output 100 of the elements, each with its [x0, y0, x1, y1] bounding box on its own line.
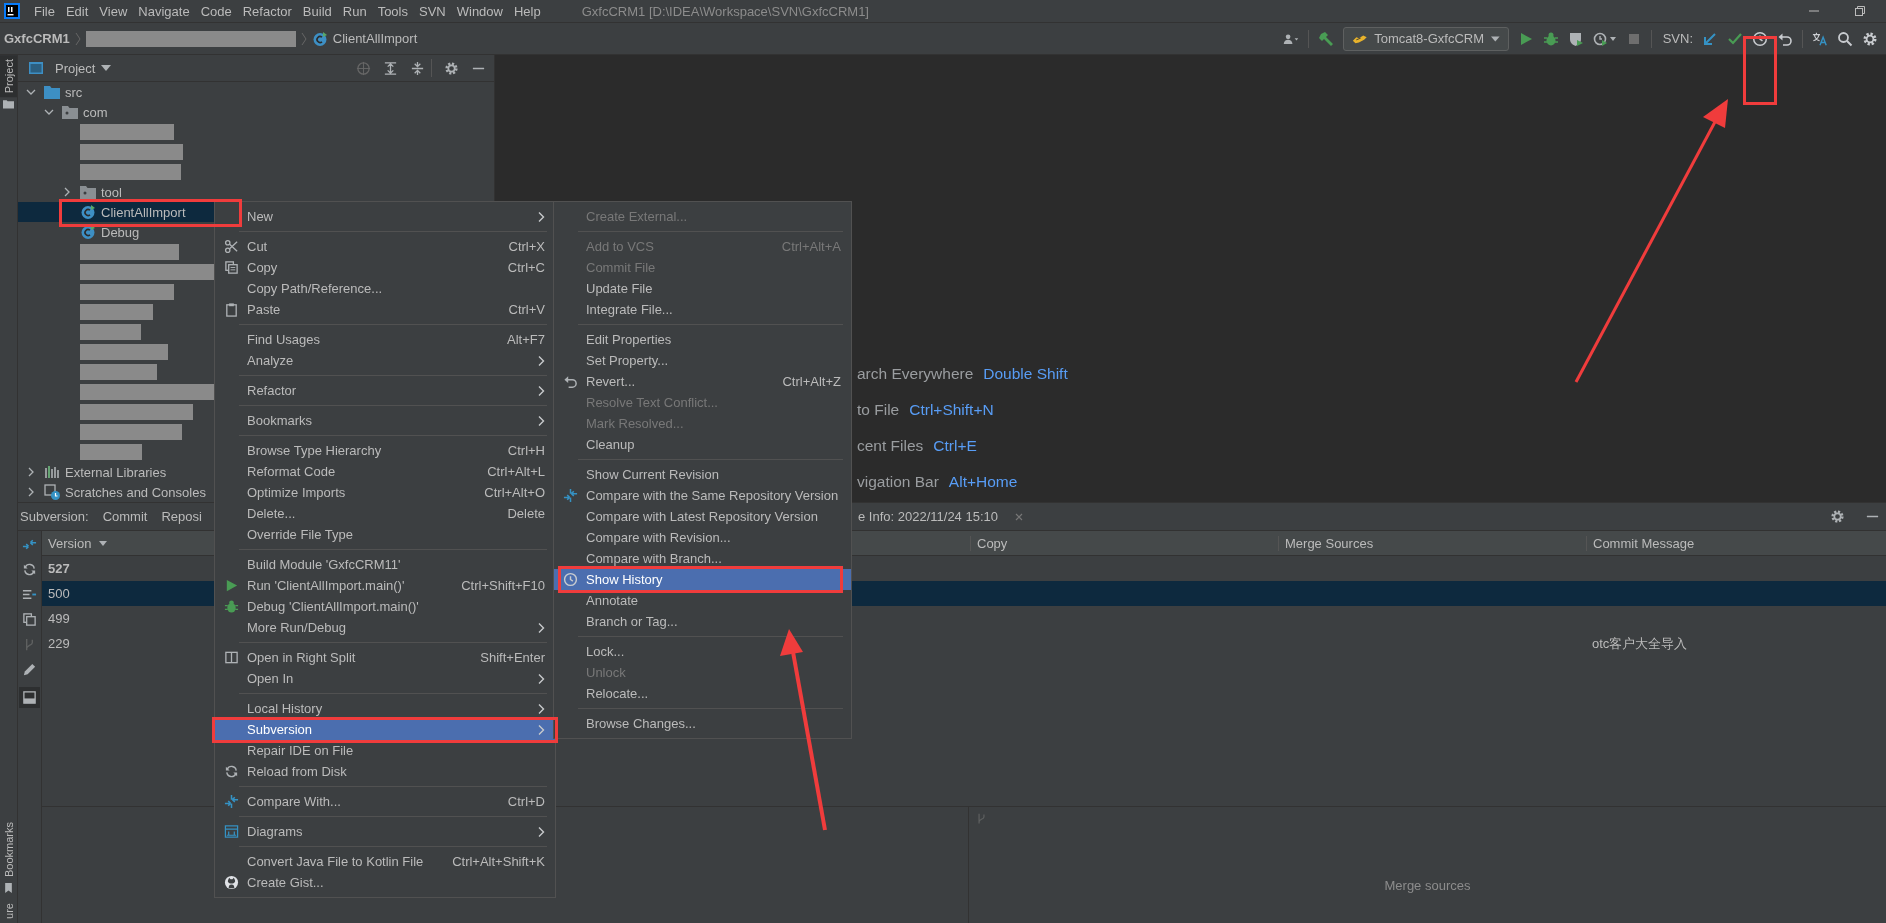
menu-item[interactable]: Copy Path/Reference... [215, 278, 555, 299]
table-cell[interactable]: 527 [48, 561, 70, 576]
menu-item[interactable]: Analyze [215, 350, 555, 371]
menu-item[interactable]: Diagrams [215, 821, 555, 842]
caret-icon[interactable] [101, 65, 112, 71]
column-header[interactable]: Commit Message [1586, 535, 1695, 551]
menu-item[interactable]: Build Module 'GxfcCRM11' [215, 554, 555, 575]
menu-item[interactable]: Create Gist... [215, 872, 555, 893]
menu-item[interactable]: Compare with Latest Repository Version [554, 506, 851, 527]
menu-bar-item[interactable]: Help [513, 3, 541, 19]
menu-item[interactable]: Local History [215, 698, 555, 719]
menu-item[interactable]: Paste Ctrl+V [215, 299, 555, 320]
menu-item[interactable]: Browse Type Hierarchy Ctrl+H [215, 440, 555, 461]
menu-item[interactable]: Debug 'ClientAllImport.main()' [215, 596, 555, 617]
menu-item[interactable]: Reformat Code Ctrl+Alt+L [215, 461, 555, 482]
menu-item[interactable]: Bookmarks [215, 410, 555, 431]
menu-item[interactable]: Open in Right Split Shift+Enter [215, 647, 555, 668]
menu-item[interactable]: Optimize Imports Ctrl+Alt+O [215, 482, 555, 503]
panel-title[interactable]: Project [55, 60, 96, 76]
side-tab[interactable]: Project [0, 55, 17, 98]
side-tab[interactable]: Bookmarks [2, 818, 15, 882]
tab[interactable]: e Info: 2022/11/24 15:10 [858, 509, 998, 524]
menu-bar-item[interactable]: SVN [419, 3, 446, 19]
menu-item[interactable]: Show History [554, 569, 851, 590]
menu-bar-item[interactable]: Build [302, 3, 332, 19]
profiler-icon[interactable] [1592, 30, 1617, 47]
menu-item[interactable]: Cleanup [554, 434, 851, 455]
menu-item[interactable]: Compare with Revision... [554, 527, 851, 548]
sort-descending-icon[interactable] [99, 541, 107, 546]
menu-bar-item[interactable]: Code [200, 3, 232, 19]
column-header[interactable]: Version [48, 535, 92, 551]
chevron-right-icon[interactable] [62, 187, 72, 197]
settings-icon[interactable] [444, 60, 459, 76]
menu-item[interactable]: Reload from Disk [215, 761, 555, 782]
hammer-icon[interactable] [1317, 30, 1334, 47]
compare-arrows-icon[interactable] [22, 537, 37, 552]
menu-bar-item[interactable]: Run [342, 3, 367, 19]
settings-icon[interactable] [1830, 509, 1845, 524]
tree-row[interactable]: src [18, 82, 214, 102]
menu-bar-item[interactable]: View [99, 3, 128, 19]
menu-item[interactable]: Compare with Branch... [554, 548, 851, 569]
menu-item[interactable]: Run 'ClientAllImport.main()' Ctrl+Shift+F10 [215, 575, 555, 596]
panel-layout-icon[interactable] [19, 687, 40, 708]
menu-item[interactable]: Annotate [554, 590, 851, 611]
menu-bar-item[interactable]: Navigate [138, 3, 190, 19]
menu-item[interactable]: Copy Ctrl+C [215, 257, 555, 278]
tree-row[interactable]: ClientAllImport [18, 202, 214, 222]
menu-item[interactable]: Open In [215, 668, 555, 689]
tree-row[interactable]: External Libraries [18, 462, 214, 482]
tab[interactable]: Reposi [161, 509, 202, 524]
menu-item[interactable]: More Run/Debug [215, 617, 555, 638]
settings-icon[interactable] [1862, 30, 1878, 47]
menu-item[interactable]: Integrate File... [554, 299, 851, 320]
search-icon[interactable] [1837, 30, 1853, 47]
pencil-icon[interactable] [22, 662, 37, 677]
menu-item[interactable]: Convert Java File to Kotlin File Ctrl+Alt+Shift+K [215, 851, 555, 872]
menu-item[interactable]: Subversion [215, 719, 555, 740]
menu-item[interactable]: Update File [554, 278, 851, 299]
menu-bar-item[interactable]: Window [456, 3, 503, 19]
collapse-all-icon[interactable] [410, 60, 425, 76]
menu-item[interactable]: Override File Type [215, 524, 555, 545]
bug-icon[interactable] [1542, 30, 1559, 47]
restore-icon[interactable] [1854, 5, 1866, 17]
table-cell[interactable]: 229 [48, 636, 70, 651]
update-arrow-icon[interactable] [1702, 30, 1718, 47]
breadcrumb[interactable]: GxfcCRM1 [4, 31, 70, 46]
menu-item[interactable]: Compare With... Ctrl+D [215, 791, 555, 812]
menu-bar-item[interactable]: Tools [377, 3, 408, 19]
menu-item[interactable]: Delete... Delete [215, 503, 555, 524]
tree-row[interactable]: Scratches and Consoles [18, 482, 214, 502]
column-header[interactable]: Copy [970, 535, 1008, 551]
column-header[interactable]: Merge Sources [1278, 535, 1374, 551]
menu-item[interactable]: Repair IDE on File [215, 740, 555, 761]
menu-bar-item[interactable]: File [34, 3, 55, 19]
clock-icon[interactable] [1752, 30, 1768, 47]
table-cell[interactable]: 499 [48, 611, 70, 626]
menu-item[interactable]: Branch or Tag... [554, 611, 851, 632]
copy-icon[interactable] [22, 612, 37, 627]
menu-item[interactable]: Find Usages Alt+F7 [215, 329, 555, 350]
menu-item[interactable]: Revert... Ctrl+Alt+Z [554, 371, 851, 392]
tree-row[interactable]: tool [18, 182, 214, 202]
side-tab[interactable]: ure [2, 899, 15, 923]
refresh-icon[interactable] [22, 562, 37, 577]
breadcrumb[interactable]: ClientAllImport [332, 31, 418, 46]
compare-lines-icon[interactable] [22, 587, 37, 602]
menu-item[interactable]: Relocate... [554, 683, 851, 704]
menu-item[interactable]: Set Property... [554, 350, 851, 371]
menu-item[interactable]: Show Current Revision [554, 464, 851, 485]
tree-row[interactable]: Debug [18, 222, 214, 242]
run-configuration-dropdown[interactable]: Tomcat8-GxfcCRM [1342, 26, 1509, 51]
menu-bar-item[interactable]: Edit [65, 3, 89, 19]
expand-all-icon[interactable] [383, 60, 398, 76]
shield-icon[interactable] [1567, 30, 1584, 47]
menu-bar-item[interactable]: Refactor [242, 3, 292, 19]
menu-item[interactable]: Cut Ctrl+X [215, 236, 555, 257]
menu-item[interactable]: Compare with the Same Repository Version [554, 485, 851, 506]
menu-item[interactable]: Lock... [554, 641, 851, 662]
tree-row[interactable]: com [18, 102, 214, 122]
menu-item[interactable]: New [215, 206, 555, 227]
translate-icon[interactable] [1812, 30, 1828, 47]
